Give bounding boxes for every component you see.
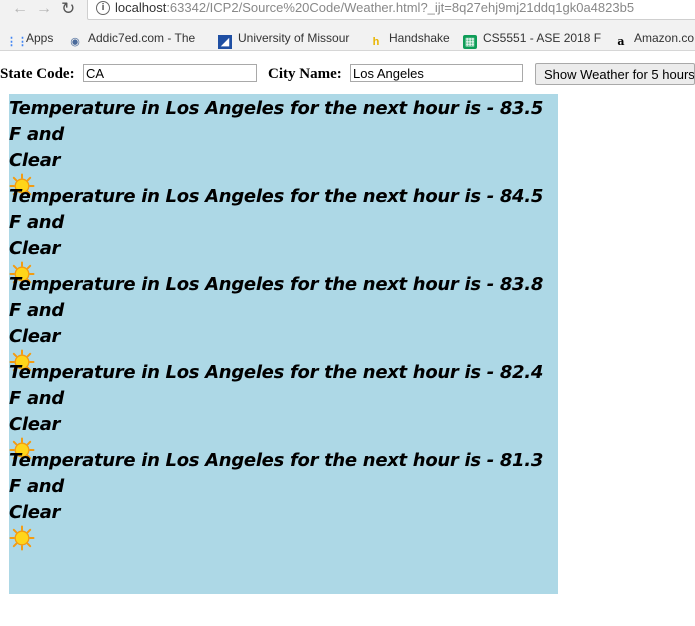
bookmark-university[interactable]: ◢ University of Missour — [218, 30, 349, 49]
forecast-line: Temperature in Los Angeles for the next … — [9, 98, 544, 145]
forecast-text: Temperature in Los Angeles for the next … — [9, 96, 549, 174]
university-icon: ◢ — [218, 35, 232, 49]
forecast-condition: Clear — [9, 150, 61, 171]
state-code-input[interactable] — [83, 64, 257, 82]
forecast-condition: Clear — [9, 502, 61, 523]
forecast-text: Temperature in Los Angeles for the next … — [9, 360, 549, 438]
bookmark-label: Handshake — [389, 31, 450, 45]
bookmark-amazon[interactable]: a Amazon.co — [614, 30, 694, 49]
forecast-condition: Clear — [9, 326, 61, 347]
bookmark-label: CS5551 - ASE 2018 F — [483, 31, 602, 45]
address-bar[interactable]: i localhost:63342/ICP2/Source%20Code/Wea… — [87, 0, 695, 20]
forward-arrow-icon[interactable]: → — [36, 1, 52, 17]
forecast-line: Temperature in Los Angeles for the next … — [9, 274, 544, 321]
forecast-condition: Clear — [9, 238, 61, 259]
bookmark-addic7ed[interactable]: ◉ Addic7ed.com - The — [68, 30, 195, 49]
forecast-condition: Clear — [9, 414, 61, 435]
forecast-text: Temperature in Los Angeles for the next … — [9, 272, 549, 350]
forecast-line: Temperature in Los Angeles for the next … — [9, 186, 544, 233]
bookmark-label: University of Missour — [238, 31, 350, 45]
forecast-text: Temperature in Los Angeles for the next … — [9, 184, 549, 262]
apps-grid-icon: ⋮⋮ — [6, 36, 28, 48]
bookmark-cs5551[interactable]: ▦ CS5551 - ASE 2018 F — [463, 30, 601, 49]
amazon-icon: a — [617, 35, 625, 48]
weather-form: State Code: City Name: Show Weather for … — [0, 63, 695, 87]
reload-icon[interactable]: ↻ — [61, 0, 75, 17]
bookmark-label: Apps — [26, 31, 54, 45]
back-arrow-icon[interactable]: ← — [12, 1, 28, 17]
sheets-icon: ▦ — [463, 35, 477, 49]
addic7ed-icon: ◉ — [70, 36, 80, 48]
city-name-input[interactable] — [350, 64, 523, 82]
bookmark-label: Addic7ed.com - The — [88, 31, 196, 45]
bookmark-label: Amazon.co — [634, 31, 695, 45]
sun-icon — [9, 525, 35, 551]
url-host: localhost — [115, 0, 167, 15]
bookmark-handshake[interactable]: h Handshake — [369, 30, 450, 49]
forecast-entry: Temperature in Los Angeles for the next … — [9, 448, 549, 551]
forecast-line: Temperature in Los Angeles for the next … — [9, 450, 544, 497]
forecast-text: Temperature in Los Angeles for the next … — [9, 448, 549, 526]
bookmarks-bar: ⋮⋮Apps ◉ Addic7ed.com - The ◢ University o… — [0, 28, 695, 49]
browser-toolbar: ← → ↻ i localhost:63342/ICP2/Source%20Co… — [0, 0, 695, 51]
bookmark-apps[interactable]: ⋮⋮Apps — [6, 30, 53, 49]
weather-results-panel: Temperature in Los Angeles for the next … — [9, 94, 558, 594]
url-text: localhost:63342/ICP2/Source%20Code/Weath… — [115, 0, 634, 15]
show-weather-button[interactable]: Show Weather for 5 hours — [535, 63, 695, 85]
info-icon[interactable]: i — [96, 1, 110, 15]
handshake-icon: h — [372, 36, 380, 48]
forecast-line: Temperature in Los Angeles for the next … — [9, 362, 544, 409]
state-code-label: State Code: — [0, 66, 75, 82]
url-path: :63342/ICP2/Source%20Code/Weather.html?_… — [166, 0, 635, 15]
city-name-label: City Name: — [268, 66, 342, 82]
